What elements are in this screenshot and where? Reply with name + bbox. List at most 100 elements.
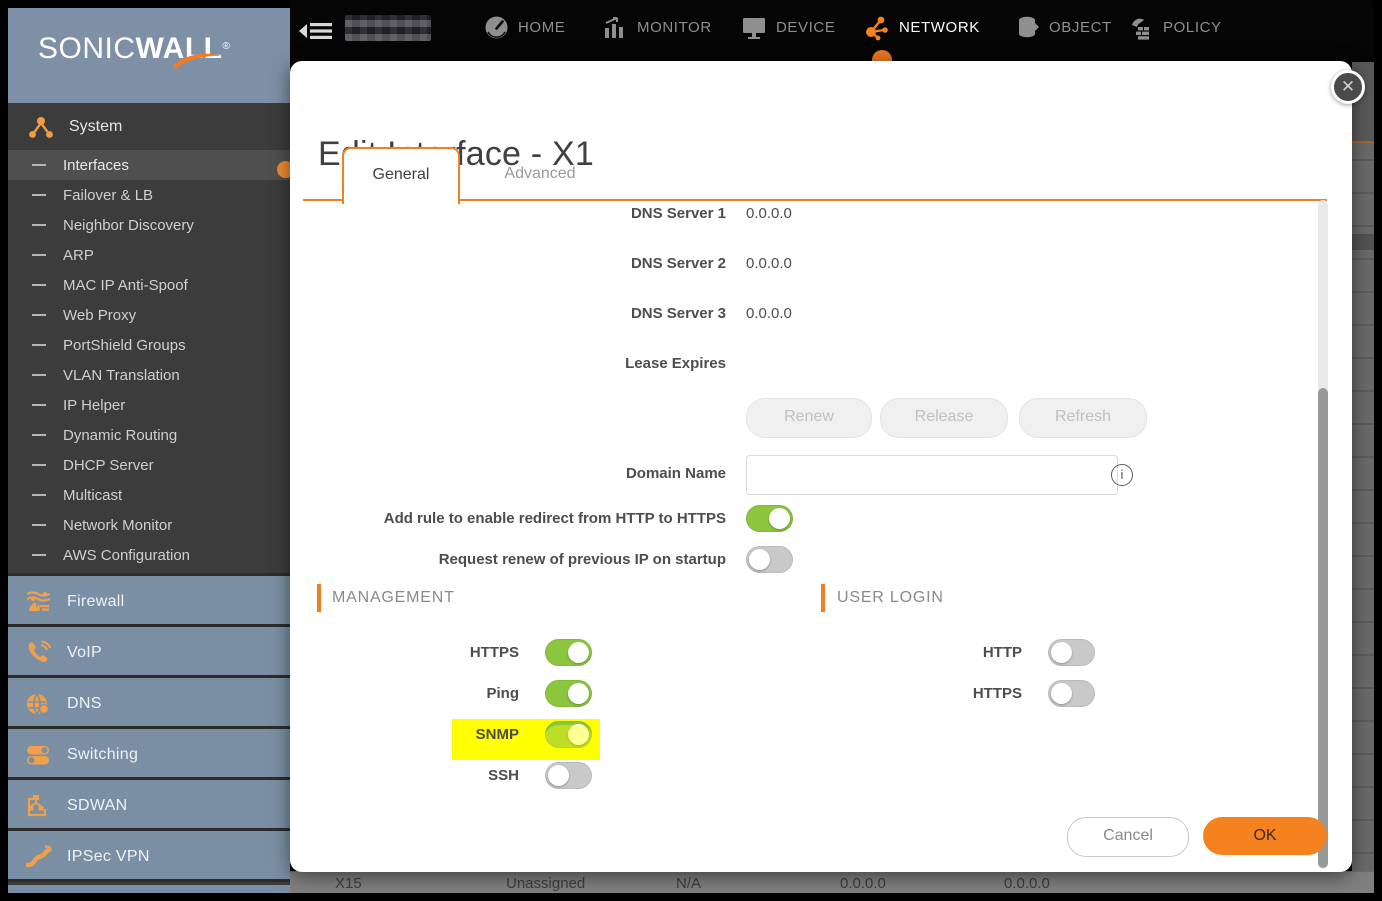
toggle-knob bbox=[568, 683, 589, 704]
dns-server-2-label: DNS Server 2 bbox=[630, 255, 726, 272]
close-icon[interactable]: ✕ bbox=[1331, 70, 1365, 104]
snmp-toggle[interactable] bbox=[545, 721, 592, 748]
home-icon bbox=[485, 16, 508, 38]
tab-device[interactable]: DEVICE bbox=[741, 13, 835, 41]
voip-icon bbox=[28, 640, 52, 662]
https-mgmt-toggle[interactable] bbox=[545, 639, 592, 666]
dns-server-2-value: 0.0.0.0 bbox=[746, 255, 792, 272]
modal-scrollbar-thumb[interactable] bbox=[1318, 388, 1328, 868]
section-accent-bar bbox=[317, 584, 321, 612]
toggle-knob bbox=[749, 549, 770, 570]
http-login-toggle[interactable] bbox=[1048, 639, 1095, 666]
sidebar-section-label: System bbox=[69, 117, 123, 135]
tab-monitor[interactable]: MONITOR bbox=[603, 13, 712, 41]
dash-icon bbox=[32, 404, 46, 406]
sidebar-group-firewall[interactable]: Firewall bbox=[8, 573, 290, 627]
table-cell: 0.0.0.0 bbox=[840, 875, 886, 892]
domain-name-input[interactable] bbox=[746, 455, 1118, 495]
ping-toggle-label: Ping bbox=[486, 685, 520, 702]
sidebar-item-ip-helper[interactable]: IP Helper bbox=[8, 390, 290, 420]
nav-label: MONITOR bbox=[637, 18, 712, 36]
sonicwall-logo: SONICWALL® bbox=[8, 8, 290, 103]
user-login-section-title: USER LOGIN bbox=[837, 589, 944, 606]
divider bbox=[8, 879, 290, 882]
request-renew-toggle[interactable] bbox=[746, 546, 793, 573]
dash-icon bbox=[32, 254, 46, 256]
sidebar-item-mac-ip-anti-spoof[interactable]: MAC IP Anti-Spoof bbox=[8, 270, 290, 300]
toggle-knob bbox=[1051, 683, 1072, 704]
monitor-icon bbox=[605, 16, 623, 38]
sidebar-item-vlan-translation[interactable]: VLAN Translation bbox=[8, 360, 290, 390]
sidebar-group-ipsec-vpn[interactable]: IPSec VPN bbox=[8, 828, 290, 882]
edit-interface-dialog: Edit Interface - X1 ✕ General Advanced D… bbox=[290, 61, 1365, 872]
dash-icon bbox=[32, 314, 46, 316]
sidebar-group-dns[interactable]: DNS bbox=[8, 675, 290, 729]
ping-toggle[interactable] bbox=[545, 680, 592, 707]
sdwan-icon bbox=[27, 794, 47, 816]
nav-label: OBJECT bbox=[1049, 18, 1112, 36]
dns-server-1-label: DNS Server 1 bbox=[630, 205, 726, 222]
dash-icon bbox=[32, 194, 46, 196]
sidebar-item-failover-lb[interactable]: Failover & LB bbox=[8, 180, 290, 210]
sidebar-item-dynamic-routing[interactable]: Dynamic Routing bbox=[8, 420, 290, 450]
sidebar-item-arp[interactable]: ARP bbox=[8, 240, 290, 270]
nav-label: NETWORK bbox=[899, 18, 980, 36]
http-login-label: HTTP bbox=[982, 644, 1022, 661]
cancel-button[interactable]: Cancel bbox=[1067, 817, 1189, 857]
dash-icon bbox=[32, 494, 46, 496]
renew-button[interactable]: Renew bbox=[746, 398, 872, 438]
dash-icon bbox=[32, 344, 46, 346]
collapse-menu-icon[interactable] bbox=[299, 19, 335, 43]
info-icon[interactable]: i bbox=[1111, 464, 1133, 486]
tab-policy[interactable]: POLICY bbox=[1128, 13, 1222, 41]
tab-home[interactable]: HOME bbox=[484, 13, 565, 41]
table-cell: N/A bbox=[676, 875, 702, 892]
ssh-toggle-label: SSH bbox=[488, 767, 519, 784]
dash-icon bbox=[32, 374, 46, 376]
dns-server-3-value: 0.0.0.0 bbox=[746, 305, 792, 322]
section-accent-bar bbox=[821, 584, 825, 612]
dns-server-3-label: DNS Server 3 bbox=[630, 305, 726, 322]
tab-network[interactable]: NETWORK bbox=[863, 13, 980, 41]
sidebar-item-neighbor-discovery[interactable]: Neighbor Discovery bbox=[8, 210, 290, 240]
dimmed-interfaces-table bbox=[1352, 62, 1374, 893]
sidebar-group-switching[interactable]: Switching bbox=[8, 726, 290, 780]
dash-icon bbox=[32, 554, 46, 556]
release-button[interactable]: Release bbox=[880, 398, 1008, 438]
tab-general[interactable]: General bbox=[342, 147, 460, 204]
tab-object[interactable]: OBJECT bbox=[1016, 13, 1112, 41]
ok-button[interactable]: OK bbox=[1203, 817, 1327, 855]
request-renew-label: Request renew of previous IP on startup bbox=[438, 551, 726, 568]
table-cell: X15 bbox=[335, 875, 362, 892]
sidebar-item-multicast[interactable]: Multicast bbox=[8, 480, 290, 510]
dns-server-1-value: 0.0.0.0 bbox=[746, 205, 792, 222]
lease-expires-label: Lease Expires bbox=[625, 355, 726, 372]
logo-swoosh bbox=[173, 53, 221, 69]
refresh-button[interactable]: Refresh bbox=[1019, 398, 1147, 438]
sidebar-item-network-monitor[interactable]: Network Monitor bbox=[8, 510, 290, 540]
redirect-http-https-toggle[interactable] bbox=[746, 505, 793, 532]
toggle-knob bbox=[769, 508, 790, 529]
sidebar-next-group-partial bbox=[8, 885, 290, 893]
dash-icon bbox=[32, 524, 46, 526]
sidebar-item-interfaces[interactable]: Interfaces bbox=[8, 150, 290, 180]
sonicwall-app: HOME MONITOR DEVICE NETWORK OBJECT POLIC… bbox=[0, 0, 1382, 901]
sidebar-item-aws-configuration[interactable]: AWS Configuration bbox=[8, 540, 290, 570]
dns-icon bbox=[27, 693, 50, 714]
sidebar-group-sdwan[interactable]: SDWAN bbox=[8, 777, 290, 831]
toggle-knob bbox=[1051, 642, 1072, 663]
domain-name-label: Domain Name bbox=[625, 465, 726, 482]
toggle-knob bbox=[548, 765, 569, 786]
https-mgmt-label: HTTPS bbox=[469, 644, 519, 661]
https-login-toggle[interactable] bbox=[1048, 680, 1095, 707]
ssh-toggle[interactable] bbox=[545, 762, 592, 789]
sidebar-item-dhcp-server[interactable]: DHCP Server bbox=[8, 450, 290, 480]
sidebar-section-system[interactable]: System bbox=[8, 103, 290, 150]
toggle-knob bbox=[568, 642, 589, 663]
tab-advanced[interactable]: Advanced bbox=[470, 147, 610, 200]
sidebar-group-voip[interactable]: VoIP bbox=[8, 624, 290, 678]
dash-icon bbox=[32, 164, 46, 166]
sidebar-item-web-proxy[interactable]: Web Proxy bbox=[8, 300, 290, 330]
sidebar-item-portshield-groups[interactable]: PortShield Groups bbox=[8, 330, 290, 360]
dash-icon bbox=[32, 224, 46, 226]
